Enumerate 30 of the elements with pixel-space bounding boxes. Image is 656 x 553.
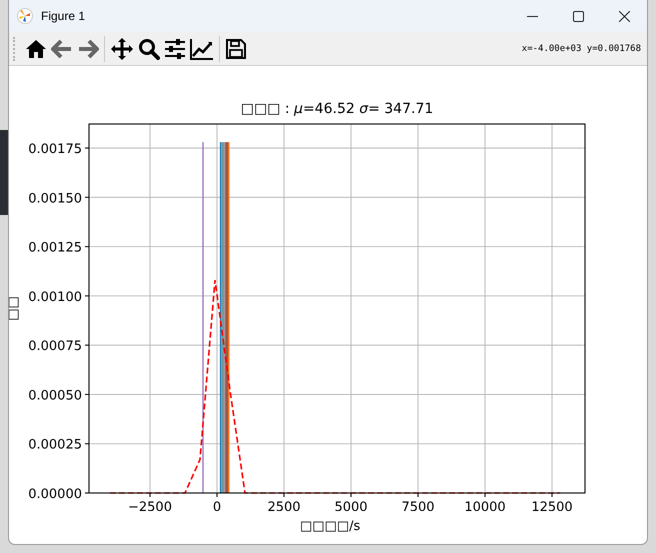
x-tick-label: 2500 bbox=[267, 500, 301, 511]
y-axis-label: □□ bbox=[9, 296, 21, 321]
x-tick-label: 0 bbox=[212, 500, 222, 511]
home-icon bbox=[25, 38, 47, 60]
line-chart-icon bbox=[190, 38, 214, 60]
y-tick-label: 0.00150 bbox=[28, 191, 82, 206]
y-tick-label: 0.00175 bbox=[28, 142, 82, 158]
window-title: Figure 1 bbox=[41, 9, 86, 23]
sliders-icon bbox=[164, 38, 186, 60]
search-icon bbox=[138, 38, 160, 60]
x-tick-label: 12500 bbox=[531, 500, 573, 511]
x-tick-label: −2500 bbox=[128, 500, 172, 511]
app-icon bbox=[17, 8, 33, 24]
y-tick-label: 0.00125 bbox=[28, 240, 82, 256]
maximize-icon bbox=[572, 10, 584, 22]
left-arrow-icon bbox=[51, 38, 73, 60]
close-icon bbox=[618, 10, 630, 22]
x-tick-label: 7500 bbox=[401, 500, 435, 511]
right-arrow-icon bbox=[77, 38, 99, 60]
x-tick-label: 5000 bbox=[334, 500, 368, 511]
move-arrows-icon bbox=[110, 36, 134, 60]
y-tick-label: 0.00075 bbox=[28, 339, 82, 354]
y-tick-label: 0.00000 bbox=[28, 487, 82, 502]
cursor-coordinates: x=-4.00e+03 y=0.001768 bbox=[522, 44, 641, 54]
x-axis-label: □□□□/s bbox=[300, 519, 360, 534]
y-tick-label: 0.00100 bbox=[28, 290, 82, 305]
chart-title: □□□ : μ=46.52 σ= 347.71 bbox=[240, 100, 434, 119]
x-tick-label: 10000 bbox=[464, 500, 506, 511]
y-tick-label: 0.00025 bbox=[28, 438, 82, 453]
y-tick-label: 0.00050 bbox=[28, 388, 82, 404]
